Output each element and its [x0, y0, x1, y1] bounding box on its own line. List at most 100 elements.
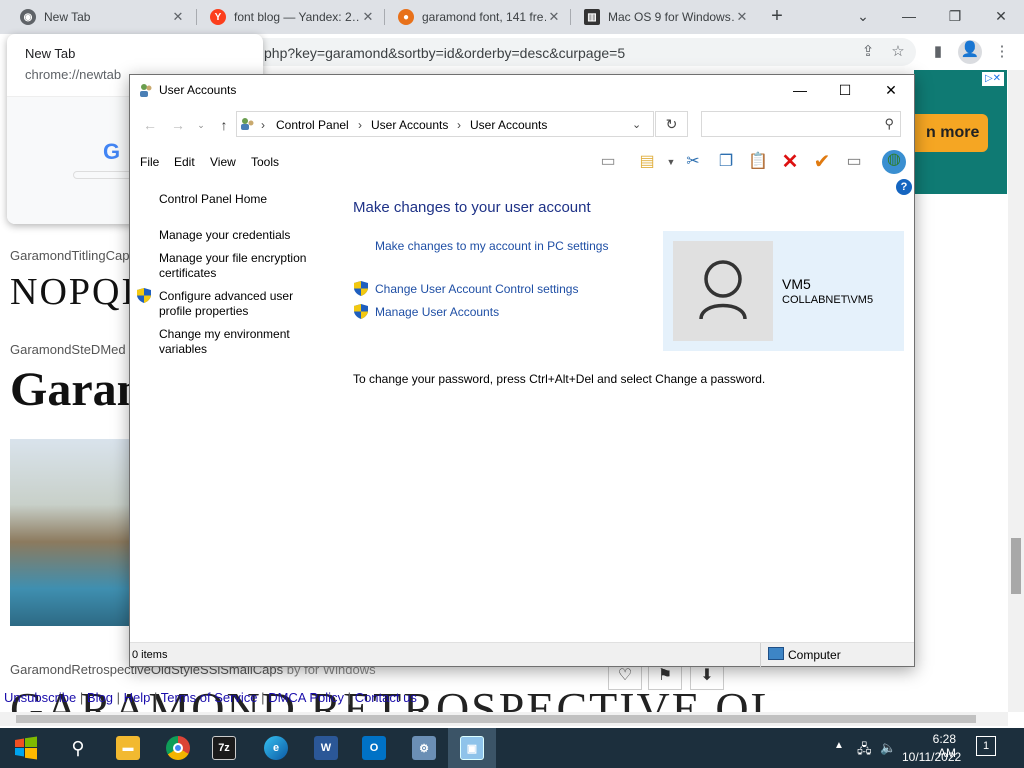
menu-tools[interactable]: Tools — [251, 155, 279, 169]
properties-check-icon[interactable]: ✔ — [811, 152, 833, 172]
cut-icon[interactable]: ✂ — [682, 152, 704, 172]
volume-icon[interactable]: 🔈 — [880, 740, 896, 756]
breadcrumb-chevron-icon[interactable]: › — [457, 118, 461, 132]
tab-macos9[interactable]: ▥ Mac OS 9 for Windows… ✕ — [572, 0, 758, 34]
delete-icon[interactable]: ✕ — [779, 152, 801, 172]
vertical-scrollbar[interactable] — [1008, 70, 1024, 712]
bookmark-star-icon[interactable]: ☆ — [888, 42, 908, 62]
folder-options-icon[interactable]: ▤ — [636, 152, 658, 172]
network-icon[interactable]: 🖧 — [857, 740, 872, 762]
close-tab-icon[interactable]: ✕ — [546, 9, 562, 25]
show-hidden-icons-chevron-icon[interactable]: ▲ — [834, 740, 844, 751]
menu-edit[interactable]: Edit — [174, 155, 195, 169]
help-icon[interactable]: ? — [896, 179, 912, 195]
close-tab-icon[interactable]: ✕ — [360, 9, 376, 25]
copy-icon[interactable]: ❐ — [715, 152, 737, 172]
sidebar-manage-credentials[interactable]: Manage your credentials — [159, 228, 319, 243]
paste-icon[interactable]: 📋 — [747, 152, 769, 172]
address-dropdown-chevron-icon[interactable]: ⌄ — [632, 118, 641, 131]
start-button[interactable] — [2, 728, 50, 768]
rename-icon[interactable]: ▭ — [843, 152, 865, 172]
site-icon: ● — [398, 9, 414, 25]
url-text[interactable]: php?key=garamond&sortby=id&orderby=desc&… — [264, 45, 625, 61]
font-name[interactable]: GaramondSteDMed — [10, 342, 126, 357]
tab-yandex[interactable]: Y font blog — Yandex: 2… ✕ — [198, 0, 384, 34]
restore-button[interactable]: ❐ — [940, 4, 970, 28]
tab-garamond[interactable]: ● garamond font, 141 fre… ✕ — [386, 0, 570, 34]
footer-link[interactable]: Help — [124, 690, 151, 705]
vertical-scroll-thumb[interactable] — [1011, 538, 1021, 594]
sidebar-environment-variables[interactable]: Change my environment variables — [159, 327, 319, 357]
manage-user-accounts-link[interactable]: Manage User Accounts — [375, 305, 499, 319]
user-domain: COLLABNET\VM5 — [782, 294, 874, 306]
globe-icon[interactable]: ◍ — [882, 150, 906, 174]
user-avatar[interactable] — [673, 241, 773, 341]
footer-link[interactable]: Unsubscribe — [4, 690, 76, 705]
status-item-count: 0 items — [132, 649, 168, 661]
clock-date[interactable]: 10/11/2022 — [902, 750, 961, 764]
ad-close-icon[interactable]: ▷✕ — [982, 72, 1004, 86]
ad-learn-more-button[interactable]: n more — [914, 114, 988, 152]
breadcrumb-user-accounts-current[interactable]: User Accounts — [470, 118, 547, 132]
search-icon[interactable]: ⚲ — [884, 116, 894, 132]
refresh-icon[interactable]: ↻ — [655, 111, 688, 137]
taskbar-7zip[interactable]: 7z — [200, 728, 248, 768]
pc-settings-link[interactable]: Make changes to my account in PC setting… — [375, 239, 608, 253]
close-tab-icon[interactable]: ✕ — [170, 9, 186, 25]
taskbar-chrome[interactable] — [154, 728, 202, 768]
uac-shield-icon — [354, 281, 368, 296]
search-control-panel-input[interactable]: ⚲ — [701, 111, 901, 137]
tab-new-tab[interactable]: ◉ New Tab ✕ — [8, 0, 194, 34]
new-tab-button[interactable]: + — [766, 6, 788, 28]
close-browser-button[interactable]: ✕ — [986, 4, 1016, 28]
layout-pane-icon[interactable]: ▭ — [597, 152, 619, 172]
tab-search-chevron-icon[interactable]: ⌄ — [848, 4, 878, 28]
taskbar-user-accounts[interactable]: ▣ — [448, 728, 496, 768]
menu-file[interactable]: File — [140, 155, 159, 169]
tab-title: Mac OS 9 for Windows… — [608, 10, 734, 24]
breadcrumb-control-panel[interactable]: Control Panel — [276, 118, 349, 132]
font-sample: Garan — [10, 363, 144, 416]
breadcrumb-chevron-icon[interactable]: › — [261, 118, 265, 132]
chrome-icon: ◉ — [20, 9, 36, 25]
forward-arrow-icon[interactable]: → — [168, 115, 188, 135]
menu-view[interactable]: View — [210, 155, 236, 169]
taskbar-control-panel[interactable]: ⚙ — [400, 728, 448, 768]
sidebar-file-encryption[interactable]: Manage your file encryption certificates — [159, 251, 319, 281]
recent-locations-chevron-icon[interactable]: ⌄ — [194, 115, 208, 135]
sidebar-advanced-profile[interactable]: Configure advanced user profile properti… — [159, 289, 319, 319]
font-name[interactable]: GaramondTitlingCap… — [10, 248, 142, 263]
notification-center-icon[interactable]: 1 — [976, 736, 996, 756]
sidebar-control-panel-home[interactable]: Control Panel Home — [159, 192, 319, 207]
uac-settings-link[interactable]: Change User Account Control settings — [375, 282, 578, 296]
close-tab-icon[interactable]: ✕ — [734, 9, 750, 25]
google-logo-icon: G — [103, 139, 121, 164]
breadcrumb-user-accounts[interactable]: User Accounts — [371, 118, 448, 132]
footer-link[interactable]: Blog — [87, 690, 113, 705]
taskbar-file-explorer[interactable]: ▬ — [104, 728, 152, 768]
up-arrow-icon[interactable]: ↑ — [214, 115, 234, 135]
word-icon: W — [314, 736, 338, 760]
breadcrumb-chevron-icon[interactable]: › — [358, 118, 362, 132]
horizontal-scroll-thumb[interactable] — [16, 715, 976, 723]
window-close-button[interactable]: ✕ — [871, 79, 911, 101]
main-heading: Make changes to your user account — [353, 199, 591, 216]
window-maximize-button[interactable]: ☐ — [825, 79, 865, 101]
footer-link[interactable]: Contact us — [355, 690, 417, 705]
options-dropdown-icon[interactable]: ▼ — [660, 152, 682, 172]
password-note: To change your password, press Ctrl+Alt+… — [353, 372, 766, 386]
minimize-button[interactable]: — — [894, 4, 924, 28]
museum-icon: ▥ — [584, 9, 600, 25]
profile-avatar[interactable]: 👤 — [958, 40, 982, 64]
back-arrow-icon[interactable]: ← — [140, 115, 160, 135]
taskbar-edge[interactable]: e — [252, 728, 300, 768]
taskbar-word[interactable]: W — [302, 728, 350, 768]
menu-kebab-icon[interactable]: ⋮ — [992, 42, 1012, 62]
share-icon[interactable]: ⇪ — [858, 42, 878, 62]
side-panel-icon[interactable]: ▮ — [928, 42, 948, 62]
footer-link[interactable]: DMCA Policy — [268, 690, 344, 705]
footer-link[interactable]: Terms of Service — [161, 690, 258, 705]
taskbar-outlook[interactable]: O — [350, 728, 398, 768]
taskbar-search[interactable]: ⚲ — [54, 728, 102, 768]
window-minimize-button[interactable]: — — [780, 79, 820, 101]
